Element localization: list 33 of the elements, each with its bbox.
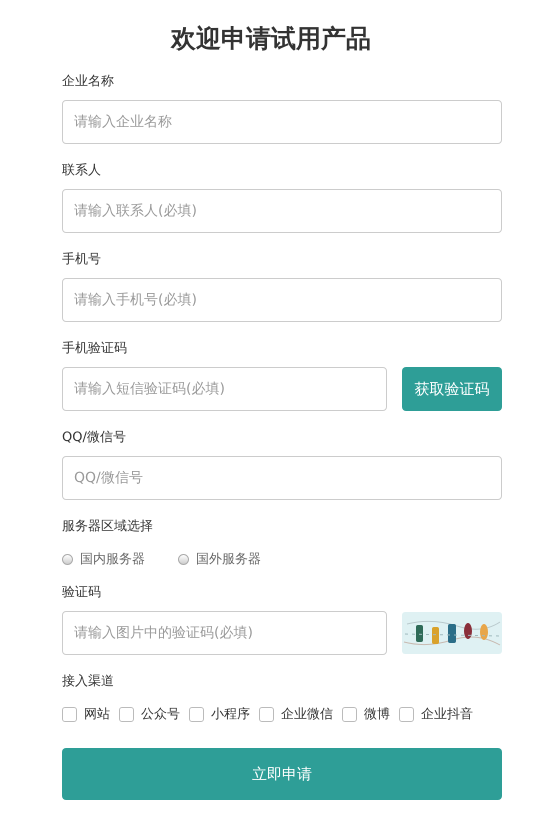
radio-button[interactable] (178, 554, 189, 564)
checkbox[interactable] (399, 706, 414, 722)
field-label: 手机号 (62, 251, 102, 269)
submit-button[interactable]: 立即申请 (62, 748, 502, 800)
page-title: 欢迎申请试用产品 (170, 23, 372, 55)
field-label: 验证码 (62, 584, 102, 602)
checkbox-label: 网站 (84, 706, 110, 723)
checkbox[interactable] (62, 706, 77, 722)
checkbox-label: 微博 (364, 706, 390, 723)
field-label: 接入渠道 (62, 673, 115, 691)
input-field[interactable]: QQ/微信号 (62, 456, 502, 500)
input-field[interactable]: 请输入联系人(必填) (62, 189, 502, 233)
input-field[interactable]: 请输入手机号(必填) (62, 278, 502, 322)
checkbox-label: 企业微信 (281, 706, 333, 723)
input-field[interactable]: 请输入图片中的验证码(必填) (62, 611, 387, 655)
get-code-button[interactable]: 获取验证码 (402, 367, 502, 411)
field-label: QQ/微信号 (62, 429, 127, 447)
field-label: 手机验证码 (62, 340, 128, 358)
radio-label: 国外服务器 (196, 551, 261, 568)
input-field[interactable]: 请输入企业名称 (62, 100, 502, 144)
checkbox[interactable] (342, 706, 357, 722)
checkbox-label: 企业抖音 (421, 706, 473, 723)
radio-label: 国内服务器 (80, 551, 145, 568)
field-label: 服务器区域选择 (62, 518, 154, 536)
checkbox-label: 公众号 (141, 706, 180, 723)
field-label: 联系人 (62, 162, 102, 180)
checkbox-label: 小程序 (211, 706, 250, 723)
checkbox[interactable] (189, 706, 204, 722)
radio-button[interactable] (62, 554, 73, 564)
checkbox[interactable] (259, 706, 274, 722)
checkbox[interactable] (119, 706, 134, 722)
field-label: 企业名称 (62, 73, 115, 91)
input-field[interactable]: 请输入短信验证码(必填) (62, 367, 387, 411)
